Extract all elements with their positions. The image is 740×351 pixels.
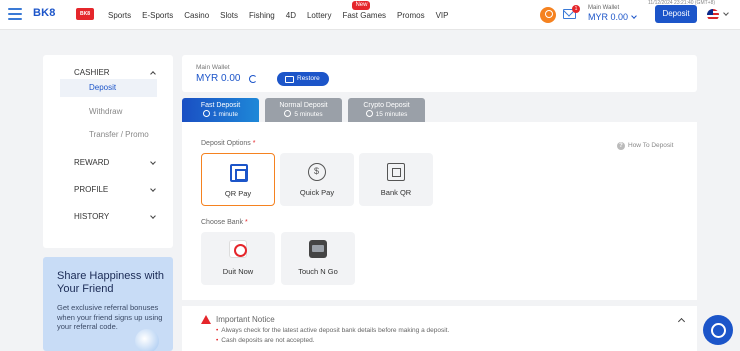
- choose-bank-text: Choose Bank: [201, 219, 244, 226]
- logo-text: BK8: [33, 7, 56, 19]
- restore-button[interactable]: Restore: [277, 72, 329, 86]
- tab-duration: 5 minutes: [265, 110, 342, 119]
- warning-icon: [201, 315, 211, 324]
- sidebar-section-profile[interactable]: PROFILE: [43, 183, 173, 197]
- menu-icon[interactable]: [8, 8, 22, 20]
- required-mark: *: [252, 140, 256, 147]
- deposit-options-label: Deposit Options *: [201, 140, 256, 147]
- tab-crypto-deposit[interactable]: Crypto Deposit 15 minutes: [348, 98, 425, 122]
- deposit-options-text: Deposit Options: [201, 140, 251, 147]
- nav-esports[interactable]: E-Sports: [142, 11, 173, 20]
- language-flag-icon[interactable]: [707, 9, 719, 21]
- user-icon[interactable]: [540, 7, 556, 23]
- sidebar-item-label: Transfer / Promo: [89, 130, 149, 139]
- sidebar-item-withdraw[interactable]: Withdraw: [60, 103, 157, 121]
- bank-duit-now[interactable]: Duit Now: [201, 232, 275, 285]
- sidebar-item-transfer[interactable]: Transfer / Promo: [60, 126, 157, 144]
- tab-fast-deposit[interactable]: Fast Deposit 1 minute: [182, 98, 259, 122]
- wallet-label: Main Wallet: [196, 64, 230, 71]
- important-notice: Important Notice Always check for the la…: [182, 306, 697, 351]
- qr-code-icon: [230, 164, 248, 182]
- bank-touch-n-go[interactable]: Touch N Go: [281, 232, 355, 285]
- tab-duration: 15 minutes: [348, 110, 425, 119]
- notice-item: Cash deposits are not accepted.: [216, 336, 449, 346]
- wallet-card: Main Wallet MYR 0.00 Restore: [182, 55, 697, 92]
- sidebar-item-deposit[interactable]: Deposit: [60, 79, 157, 97]
- option-qr-pay[interactable]: QR Pay: [201, 153, 275, 206]
- chevron-up-icon[interactable]: [677, 317, 686, 326]
- tab-label: Fast Deposit: [200, 102, 241, 109]
- sidebar-section-history[interactable]: HISTORY: [43, 210, 173, 224]
- promo-body: Get exclusive referral bonuses when your…: [57, 303, 163, 331]
- sidebar-history-title: HISTORY: [74, 212, 110, 221]
- sidebar-cashier-title: CASHIER: [74, 68, 110, 77]
- live-chat-icon[interactable]: [703, 315, 733, 345]
- header-wallet[interactable]: Main Wallet MYR 0.00: [588, 5, 637, 22]
- nav-lottery[interactable]: Lottery: [307, 11, 331, 20]
- chevron-down-icon: [631, 13, 637, 19]
- nav-promos[interactable]: Promos: [397, 11, 425, 20]
- main-nav: Sports E-Sports Casino Slots Fishing 4D …: [108, 0, 460, 30]
- sidebar: CASHIER Deposit Withdraw Transfer / Prom…: [43, 55, 173, 248]
- bank-label: Duit Now: [222, 267, 254, 276]
- brand-logo[interactable]: BK8: [33, 7, 56, 19]
- nav-fast-games[interactable]: New Fast Games: [342, 0, 387, 20]
- notice-item: Always check for the latest active depos…: [216, 326, 449, 336]
- top-bar: BK8 BK8 Sports E-Sports Casino Slots Fis…: [0, 0, 740, 30]
- nav-fishing[interactable]: Fishing: [249, 11, 275, 20]
- tab-normal-deposit[interactable]: Normal Deposit 5 minutes: [265, 98, 342, 122]
- nav-slots[interactable]: Slots: [220, 11, 238, 20]
- deposit-card: Deposit Options * How To Deposit QR Pay …: [182, 122, 697, 300]
- option-label: QR Pay: [224, 189, 252, 198]
- choose-bank-label: Choose Bank *: [201, 219, 248, 226]
- chevron-up-icon: [150, 71, 156, 77]
- promo-heading: Share Happiness with Your Friend: [57, 270, 165, 295]
- required-mark: *: [244, 219, 248, 226]
- tab-duration: 1 minute: [182, 110, 259, 119]
- chevron-down-icon: [150, 186, 156, 192]
- chevron-down-icon: [150, 213, 156, 219]
- chevron-down-icon[interactable]: [723, 10, 729, 16]
- sidebar-section-cashier[interactable]: CASHIER: [43, 66, 173, 80]
- promo-illustration: [135, 329, 159, 351]
- referral-promo-card[interactable]: Share Happiness with Your Friend Get exc…: [43, 257, 173, 351]
- option-bank-qr[interactable]: Bank QR: [359, 153, 433, 206]
- touch-n-go-logo-icon: [309, 240, 327, 258]
- header-wallet-label: Main Wallet: [588, 5, 620, 11]
- sidebar-section-reward[interactable]: REWARD: [43, 156, 173, 170]
- nav-casino[interactable]: Casino: [184, 11, 209, 20]
- option-label: Bank QR: [380, 188, 412, 197]
- sidebar-item-label: Deposit: [89, 83, 117, 92]
- nav-4d[interactable]: 4D: [286, 11, 296, 20]
- header-wallet-amount: MYR 0.00: [588, 12, 629, 22]
- main-content: Main Wallet MYR 0.00 Restore Fast Deposi…: [182, 55, 697, 351]
- header-deposit-button[interactable]: Deposit: [655, 5, 697, 23]
- sidebar-item-label: Withdraw: [89, 107, 123, 116]
- nav-vip[interactable]: VIP: [436, 11, 449, 20]
- wallet-amount: MYR 0.00: [196, 73, 241, 84]
- chevron-down-icon: [150, 159, 156, 165]
- option-label: Quick Pay: [299, 188, 335, 197]
- tab-label: Crypto Deposit: [363, 102, 410, 109]
- partner-badge: BK8: [76, 8, 94, 20]
- refresh-icon[interactable]: [249, 75, 257, 83]
- nav-fast-games-label: Fast Games: [342, 10, 387, 20]
- nav-sports[interactable]: Sports: [108, 11, 131, 20]
- notice-title: Important Notice: [216, 315, 275, 324]
- sidebar-profile-title: PROFILE: [74, 185, 109, 194]
- bank-label: Touch N Go: [298, 267, 338, 276]
- fast-money-icon: [308, 163, 326, 181]
- new-tag: New: [352, 0, 371, 10]
- duitnow-logo-icon: [229, 240, 247, 258]
- sidebar-reward-title: REWARD: [74, 158, 110, 167]
- bank-qr-icon: [387, 163, 405, 181]
- how-to-deposit-link[interactable]: How To Deposit: [617, 142, 673, 150]
- option-quick-pay[interactable]: Quick Pay: [280, 153, 354, 206]
- tab-label: Normal Deposit: [279, 102, 328, 109]
- mail-count-badge: 1: [572, 5, 580, 13]
- notice-list: Always check for the latest active depos…: [216, 326, 449, 346]
